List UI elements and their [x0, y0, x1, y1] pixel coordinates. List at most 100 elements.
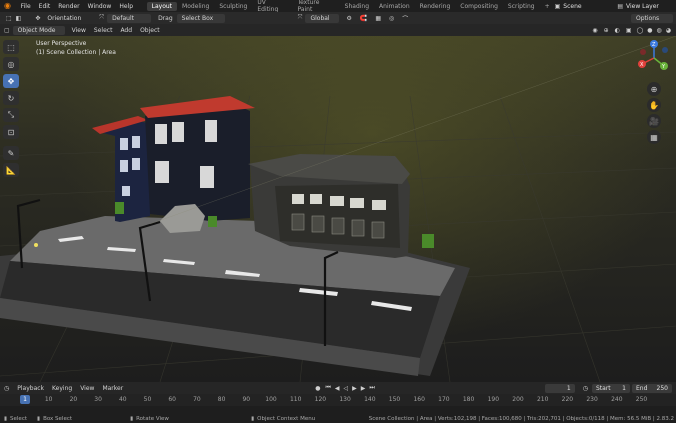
timeline-tick: 30 — [94, 396, 102, 403]
shading-wireframe-icon[interactable]: ◯ — [637, 27, 644, 34]
timeline-tick: 180 — [462, 396, 475, 403]
timeline-tick: 10 — [44, 396, 53, 403]
menu-window[interactable]: Window — [84, 3, 116, 10]
mouse-context-icon: ▮ — [251, 415, 255, 422]
status-rotate-view: Rotate View — [136, 415, 169, 422]
menu-keying[interactable]: Keying — [48, 385, 76, 392]
start-label: Start — [596, 384, 611, 392]
menu-view[interactable]: View — [68, 27, 90, 34]
menu-object[interactable]: Object — [136, 27, 164, 34]
preview-range-icon[interactable]: ◷ — [583, 385, 588, 392]
menu-add[interactable]: Add — [116, 27, 136, 34]
tab-layout[interactable]: Layout — [146, 1, 178, 11]
rotate-tool-icon[interactable]: ↻ — [3, 91, 19, 105]
camera-view-icon[interactable]: 🎥 — [647, 114, 661, 128]
next-keyframe-icon[interactable]: ▶ — [361, 385, 366, 392]
timeline-tick: 230 — [586, 396, 598, 403]
measure-tool-icon[interactable]: 📐 — [3, 163, 19, 177]
play-icon[interactable]: ▶ — [352, 385, 357, 392]
options-dropdown[interactable]: Options — [631, 13, 673, 23]
scale-tool-icon[interactable]: ⤡ — [3, 108, 19, 122]
tab-modeling[interactable]: Modeling — [177, 2, 214, 11]
status-context-menu: Object Context Menu — [257, 415, 316, 422]
zoom-icon[interactable]: ⊕ — [647, 82, 661, 96]
select-tool-icon[interactable]: ⬚ — [3, 40, 19, 54]
viewport-collection-label: (1) Scene Collection | Area — [36, 49, 116, 56]
object-mode-dropdown[interactable]: Object Mode — [12, 25, 65, 35]
timeline-ruler[interactable]: 1 10 20 30 40 50 60 70 80 90 100 110 120 130 140 150 16… — [0, 394, 676, 406]
add-workspace-button[interactable]: + — [540, 2, 555, 11]
timeline-editor-icon[interactable]: ◷ — [4, 385, 9, 392]
cursor-tool-icon[interactable]: ◎ — [3, 57, 19, 71]
tab-sculpting[interactable]: Sculpting — [214, 2, 252, 11]
orientation-dropdown[interactable]: Default — [107, 13, 152, 23]
end-label: End — [636, 384, 648, 392]
timeline-tick: 250 — [635, 396, 648, 403]
annotate-tool-icon[interactable]: ✎ — [3, 146, 19, 160]
end-frame-field[interactable]: End 250 — [632, 383, 672, 393]
menu-render[interactable]: Render — [54, 3, 83, 10]
timeline-tick: 140 — [364, 396, 376, 403]
scene-selector[interactable]: Scene — [563, 3, 611, 10]
axis-gizmo-icon[interactable]: Z X Y — [634, 38, 674, 78]
move-tool-icon[interactable]: ✥ — [3, 74, 19, 88]
3d-viewport[interactable]: User Perspective (1) Scene Collection | … — [0, 36, 676, 382]
tab-shading[interactable]: Shading — [340, 2, 374, 11]
pivot-icon[interactable]: ⚙ — [346, 15, 351, 22]
view-layer-selector[interactable]: View Layer — [626, 3, 676, 10]
current-frame-indicator[interactable]: 1 — [20, 395, 30, 404]
menu-marker[interactable]: Marker — [98, 385, 127, 392]
timeline-tick: 190 — [487, 396, 500, 403]
transform-tool-icon[interactable]: ⊡ — [3, 125, 19, 139]
timeline-tick: 20 — [69, 396, 78, 403]
gizmo-toggle-icon[interactable]: ⊕ — [604, 27, 609, 34]
trash-bin — [208, 216, 217, 227]
proportional-edit-icon[interactable]: ◎ — [389, 15, 394, 22]
timeline-header: ◷ Playback Keying View Marker ● ⏮ ◀ ◁ ▶ … — [0, 382, 676, 394]
tab-scripting[interactable]: Scripting — [503, 2, 540, 11]
timeline-tick: 60 — [168, 396, 177, 403]
tab-rendering[interactable]: Rendering — [415, 2, 456, 11]
snap-target-icon[interactable]: ▦ — [375, 15, 381, 22]
scene-icon: ▣ — [554, 2, 561, 10]
perspective-toggle-icon[interactable]: ▦ — [647, 130, 661, 144]
shading-rendered-icon[interactable]: ◕ — [666, 27, 671, 34]
tab-animation[interactable]: Animation — [374, 2, 415, 11]
drag-dropdown[interactable]: Select Box — [176, 13, 225, 23]
menu-file[interactable]: File — [17, 3, 35, 10]
editor-type-icon[interactable]: ▢ — [4, 27, 10, 34]
navigation-gizmo[interactable]: Z X Y ⊕ ✋ 🎥 ▦ — [634, 38, 674, 144]
mode-toggle-icon[interactable]: ◧ — [16, 15, 22, 22]
current-frame-field[interactable]: 1 — [544, 383, 575, 393]
menu-playback[interactable]: Playback — [13, 385, 48, 392]
shading-solid-icon[interactable]: ● — [647, 27, 652, 34]
timeline-track[interactable] — [0, 406, 676, 414]
orientation-label: Orientation — [47, 14, 82, 22]
jump-start-icon[interactable]: ⏮ — [325, 384, 330, 392]
menu-timeline-view[interactable]: View — [76, 385, 98, 392]
menu-select[interactable]: Select — [90, 27, 117, 34]
snap-icon[interactable]: 🧲 — [360, 15, 367, 22]
timeline-tick: 50 — [143, 396, 152, 403]
transform-orientation-dropdown[interactable]: Global — [305, 13, 340, 23]
jump-end-icon[interactable]: ⏭ — [369, 384, 374, 392]
menu-edit[interactable]: Edit — [35, 3, 55, 10]
status-bar: ▮ Select ▮ Box Select ▮ Rotate View ▮ Ob… — [0, 414, 676, 423]
tab-compositing[interactable]: Compositing — [455, 2, 503, 11]
visibility-icon[interactable]: ◉ — [592, 27, 597, 34]
timeline-tick: 80 — [217, 396, 226, 403]
prev-keyframe-icon[interactable]: ◀ — [335, 385, 340, 392]
overlay-toggle-icon[interactable]: ◐ — [615, 27, 620, 34]
select-box-tool-icon[interactable]: ⬚ — [6, 15, 12, 22]
trash-bin — [422, 234, 434, 248]
blender-logo-icon[interactable]: ◉ — [4, 1, 14, 11]
menu-help[interactable]: Help — [115, 3, 137, 10]
record-icon[interactable]: ● — [315, 385, 320, 392]
pan-hand-icon[interactable]: ✋ — [647, 98, 661, 112]
play-reverse-icon[interactable]: ◁ — [343, 385, 348, 392]
shading-material-icon[interactable]: ◍ — [657, 27, 662, 34]
mouse-left-icon: ▮ — [4, 415, 8, 422]
falloff-icon[interactable]: ⌒ — [402, 14, 408, 23]
start-frame-field[interactable]: Start 1 — [592, 383, 630, 393]
xray-toggle-icon[interactable]: ▣ — [626, 27, 632, 34]
